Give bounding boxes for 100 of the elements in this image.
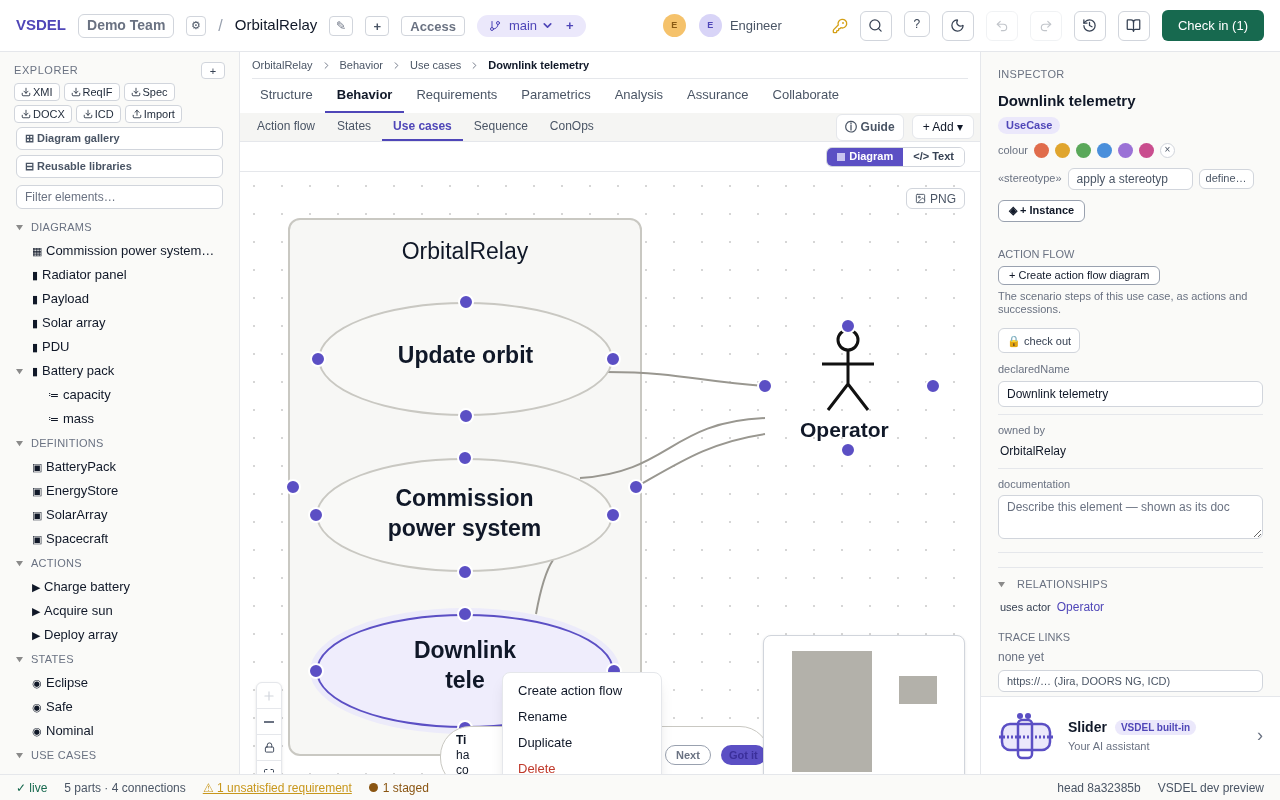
tree-item[interactable]: ▣ EnergyStore [32,481,119,501]
connection-port[interactable] [628,479,644,495]
tab[interactable]: Parametrics [509,79,603,113]
menu-item[interactable]: Delete [503,756,661,774]
define-button[interactable]: define… [1198,168,1254,189]
tree-item[interactable]: ◉ Eclipse [32,673,88,693]
export-button[interactable]: ReqIF [63,83,120,101]
breadcrumb-item: Downlink telemetry [488,57,590,73]
tree-item[interactable]: ▶ Acquire sun [32,601,113,621]
guide-button[interactable]: ⓘ Guide [836,113,904,141]
libraries-button[interactable]: ⊟ Reusable libraries [16,155,223,178]
clear-colour-button[interactable]: × [1159,142,1175,158]
theme-button[interactable] [941,10,974,41]
robot-icon [998,711,1054,760]
tree-item[interactable]: ▣ SolarArray [32,505,108,525]
download-icon [21,109,31,119]
tree-item[interactable]: ▣ BatteryPack [32,457,117,477]
history-button[interactable] [1073,10,1106,41]
section-heading: STATES [31,651,74,667]
filter-field[interactable]: Filter elements… [16,185,223,209]
tree-item[interactable]: ▶ Deploy array [32,625,118,645]
add-menu-button[interactable]: + Add ▾ [911,115,974,139]
png-button[interactable]: PNG [906,188,965,209]
tree-item[interactable]: ▣ Spacecraft [32,529,109,549]
tree-item[interactable]: ▶ Charge battery [32,577,130,597]
caret-icon[interactable] [16,223,23,231]
tab[interactable]: Structure [248,79,325,113]
gallery-button[interactable]: ⊞ Diagram gallery [16,127,223,150]
settings-button[interactable]: ⚙ [186,15,207,36]
model-counts: 5 parts · 4 connections [64,779,186,797]
tree-item[interactable]: ◉ Nominal [32,721,94,741]
colour-label: colour [998,143,1028,158]
help-button[interactable]: ? [903,10,930,37]
export-button[interactable]: Import [124,105,182,123]
tab[interactable]: Requirements [404,79,510,113]
tree-item[interactable]: ◉ Safe [32,697,73,717]
breadcrumb-item[interactable]: Use cases [409,56,462,74]
colour-swatch[interactable] [1033,142,1049,158]
export-button[interactable]: XMI [14,83,60,101]
tree-item[interactable]: ≔ mass [48,409,95,429]
connection-port[interactable] [757,378,773,394]
colour-swatch[interactable] [1075,142,1091,158]
assistant-card[interactable]: Slider VSDEL built-in Your AI assistant › [981,696,1280,774]
tab[interactable]: Collaborate [760,79,852,113]
tree-item[interactable]: ▦ Commission power system… [32,241,215,261]
brand-logo[interactable]: VSDEL [16,14,66,37]
colour-swatch[interactable] [1117,142,1133,158]
breadcrumb-item[interactable]: Behavior [339,56,383,74]
breadcrumb-item[interactable]: OrbitalRelay [252,56,313,74]
rename-button[interactable]: ✎ [329,15,354,36]
export-button[interactable]: Spec [123,83,175,101]
export-button[interactable]: DOCX [14,105,72,123]
add-button[interactable]: + [201,62,225,79]
tab[interactable]: Analysis [602,79,676,113]
branch-selector[interactable]: main + [476,14,586,37]
tree-item[interactable]: ▮ Radiator panel [32,265,127,285]
subtab[interactable]: Sequence [462,113,539,141]
view-toggle-button[interactable]: Diagram [827,147,904,166]
tab[interactable]: Assurance [675,79,761,113]
colour-swatch[interactable] [1096,142,1112,158]
connection-port[interactable] [840,442,856,458]
next-button[interactable]: Next [665,745,711,765]
team-button[interactable]: Demo Team [78,13,175,38]
documentation-field[interactable]: Describe this element — shown as its doc [998,494,1263,539]
connection-port[interactable] [840,318,856,334]
check-out-button[interactable]: 🔒 check out [998,328,1081,354]
caret-icon[interactable] [16,751,23,759]
tree-item[interactable]: ▮ Payload [32,289,89,309]
add-branch[interactable]: + [566,15,574,36]
name-field[interactable]: Downlink telemetry [998,380,1263,407]
caret-icon[interactable] [998,580,1005,588]
colour-swatch[interactable] [1138,142,1154,158]
subtab[interactable]: ConOps [538,113,605,141]
trace-link-field[interactable]: https://… (Jira, DOORS NG, ICD) [998,669,1263,692]
tree-item[interactable]: ≔ capacity [48,385,111,405]
empty-note: none yet [998,648,1045,666]
field-label: declaredName [998,362,1070,378]
staged-count: 1 staged [382,779,429,797]
create-flow-button[interactable]: + Create action flow diagram [998,266,1161,285]
instance-button[interactable]: ◈ + Instance [998,199,1086,222]
caret-icon[interactable] [16,367,23,375]
search-button[interactable] [859,10,892,41]
add-button[interactable]: + [365,15,390,36]
colour-swatch[interactable] [1054,142,1070,158]
export-button[interactable]: ICD [75,105,121,123]
tree-item[interactable]: ▮ Solar array [32,313,106,333]
stereotype-field[interactable]: apply a stereotyp [1067,167,1193,190]
docs-button[interactable] [1117,10,1150,41]
connection-port[interactable] [285,479,301,495]
subtab[interactable]: States [326,113,383,141]
caret-icon[interactable] [16,439,23,447]
tree-item[interactable]: ▮ Battery pack [32,361,115,381]
actor-link[interactable]: Operator [1056,598,1105,617]
caret-icon[interactable] [16,559,23,567]
subtab[interactable]: Action flow [246,113,327,141]
access-button[interactable]: Access [401,15,465,36]
caret-icon[interactable] [16,655,23,663]
tree-item[interactable]: ▮ PDU [32,337,70,357]
check-in-button[interactable]: Check in (1) [1161,10,1264,41]
connection-port[interactable] [925,378,941,394]
